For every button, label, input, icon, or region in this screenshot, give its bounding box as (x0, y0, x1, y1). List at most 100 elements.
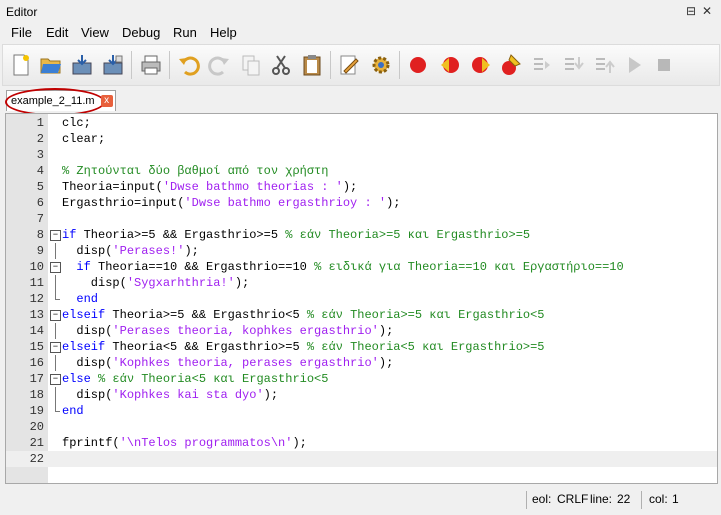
code-token: ); (263, 388, 279, 402)
code-text: Theoria=input('Dwse bathmo theorias : ')… (62, 179, 357, 195)
save-icon[interactable] (70, 53, 94, 77)
string-token: 'Kophkes theoria, perases ergasthrio' (112, 356, 379, 370)
string-token: 'Sygxarhthria!' (126, 276, 235, 290)
menu-debug[interactable]: Debug (122, 25, 160, 40)
window-title: Editor (6, 5, 38, 19)
menu-help[interactable]: Help (210, 25, 237, 40)
comment-token: % Ζητούνται δύο βαθμοί από τον χρήστη (62, 164, 329, 178)
new-file-icon[interactable] (9, 53, 33, 77)
eol-value: CRLF (557, 492, 589, 506)
keyword-token: if (62, 228, 77, 242)
line-number: 13 (29, 308, 44, 322)
code-line[interactable]: 13− elseif Theoria>=5 && Ergasthrio<5 % ε… (6, 307, 717, 323)
copy-icon[interactable] (239, 53, 263, 77)
code-line[interactable]: 5 Theoria=input('Dwse bathmo theorias : '… (6, 179, 717, 195)
keyword-token: elseif (62, 308, 106, 322)
line-number: 3 (36, 148, 44, 162)
code-text: disp('Perases theoria, kophkes ergasthri… (62, 323, 393, 339)
line-number: 22 (29, 452, 44, 466)
code-text: clear; (62, 131, 105, 147)
clear-breakpoints-icon[interactable] (499, 53, 523, 77)
breakpoint-icon[interactable] (406, 53, 430, 77)
remove-breakpoint-icon[interactable] (438, 53, 462, 77)
toolbar-separator (330, 51, 331, 79)
menu-edit[interactable]: Edit (46, 25, 68, 40)
code-token: clc; (62, 116, 91, 130)
code-line[interactable]: 15− elseif Theoria<5 && Ergasthrio>=5 % ε… (6, 339, 717, 355)
code-line[interactable]: 12 end (6, 291, 717, 307)
code-text: if Theoria==10 && Ergasthrio==10 % ειδικ… (62, 259, 623, 275)
continue-icon[interactable] (622, 53, 646, 77)
open-folder-icon[interactable] (39, 53, 63, 77)
code-token: ); (342, 180, 358, 194)
next-breakpoint-icon[interactable] (469, 53, 493, 77)
menu-view[interactable]: View (81, 25, 109, 40)
keyword-token: if (76, 260, 91, 274)
code-line[interactable]: 17− else % εάν Theoria<5 και Ergasthrio<5 (6, 371, 717, 387)
col-label: col: (649, 492, 668, 506)
code-line[interactable]: 9 disp('Perases!'); (6, 243, 717, 259)
code-token: Theoria>=5 && Ergasthrio<5 (105, 308, 307, 322)
code-line[interactable]: 18 disp('Kophkes kai sta dyo'); (6, 387, 717, 403)
keyword-token: else (62, 372, 91, 386)
step-icon[interactable] (530, 53, 554, 77)
code-token: disp( (62, 388, 113, 402)
line-number: 11 (29, 276, 44, 290)
line-number: 9 (36, 244, 44, 258)
code-line[interactable]: 19 end (6, 403, 717, 419)
status-bar: eol: CRLF line: 22 col: 1 (0, 487, 721, 515)
paste-icon[interactable] (300, 53, 324, 77)
menu-bar: File Edit View Debug Run Help (0, 22, 721, 42)
title-bar: Editor ⊟ ✕ (0, 0, 721, 22)
code-text: if Theoria>=5 && Ergasthrio>=5 % εάν The… (62, 227, 530, 243)
code-line[interactable]: 6 Ergasthrio=input('Dwse bathmo ergasthri… (6, 195, 717, 211)
code-token: ); (378, 356, 394, 370)
string-token: 'Kophkes kai sta dyo' (112, 388, 264, 402)
code-line[interactable]: 8− if Theoria>=5 && Ergasthrio>=5 % εάν T… (6, 227, 717, 243)
step-out-icon[interactable] (592, 53, 616, 77)
code-line[interactable]: 2 clear; (6, 131, 717, 147)
code-line[interactable]: 10− if Theoria==10 && Ergasthrio==10 % ε… (6, 259, 717, 275)
code-line[interactable]: 7 (6, 211, 717, 227)
menu-run[interactable]: Run (173, 25, 197, 40)
code-line[interactable]: 3 (6, 147, 717, 163)
code-line[interactable]: 11 disp('Sygxarhthria!'); (6, 275, 717, 291)
tab-example-file[interactable]: example_2_11.m x (5, 88, 116, 116)
undock-icon[interactable]: ⊟ (686, 4, 696, 18)
print-icon[interactable] (139, 53, 163, 77)
code-line[interactable]: 4 % Ζητούνται δύο βαθμοί από τον χρήστη (6, 163, 717, 179)
close-window-icon[interactable]: ✕ (702, 4, 712, 18)
line-number: 10 (29, 260, 44, 274)
find-icon[interactable] (338, 53, 362, 77)
code-token: disp( (62, 324, 113, 338)
code-line[interactable]: 16 disp('Kophkes theoria, perases ergast… (6, 355, 717, 371)
line-number: 6 (36, 196, 44, 210)
toolbar-separator (399, 51, 400, 79)
tab-bar: example_2_11.m x (0, 86, 721, 116)
step-in-icon[interactable] (561, 53, 585, 77)
settings-gear-icon[interactable] (369, 53, 393, 77)
stop-icon[interactable] (652, 53, 676, 77)
tab-close-icon[interactable]: x (100, 95, 113, 107)
code-token: ); (234, 276, 250, 290)
string-token: 'Perases!' (112, 244, 185, 258)
code-text: disp('Perases!'); (62, 243, 199, 259)
code-line[interactable]: 1 clc; (6, 115, 717, 131)
code-token: disp( (62, 276, 127, 290)
cut-icon[interactable] (269, 53, 293, 77)
code-token: ); (184, 244, 199, 258)
code-token: disp( (62, 244, 113, 258)
code-token: ); (386, 196, 401, 210)
code-line[interactable]: 22 (6, 451, 717, 467)
code-editor[interactable]: 1 clc; 2 clear; 3 4 % Ζητούνται δύο βαθμοί από… (5, 113, 718, 484)
code-token: Ergasthrio=input( (62, 196, 185, 210)
undo-icon[interactable] (177, 53, 201, 77)
save-as-icon[interactable] (101, 53, 125, 77)
code-line[interactable]: 20 (6, 419, 717, 435)
redo-icon[interactable] (207, 53, 231, 77)
menu-file[interactable]: File (11, 25, 32, 40)
code-line[interactable]: 21 fprintf('\nTelos programmatos\n'); (6, 435, 717, 451)
line-number: 15 (29, 340, 44, 354)
code-line[interactable]: 14 disp('Perases theoria, kophkes ergast… (6, 323, 717, 339)
